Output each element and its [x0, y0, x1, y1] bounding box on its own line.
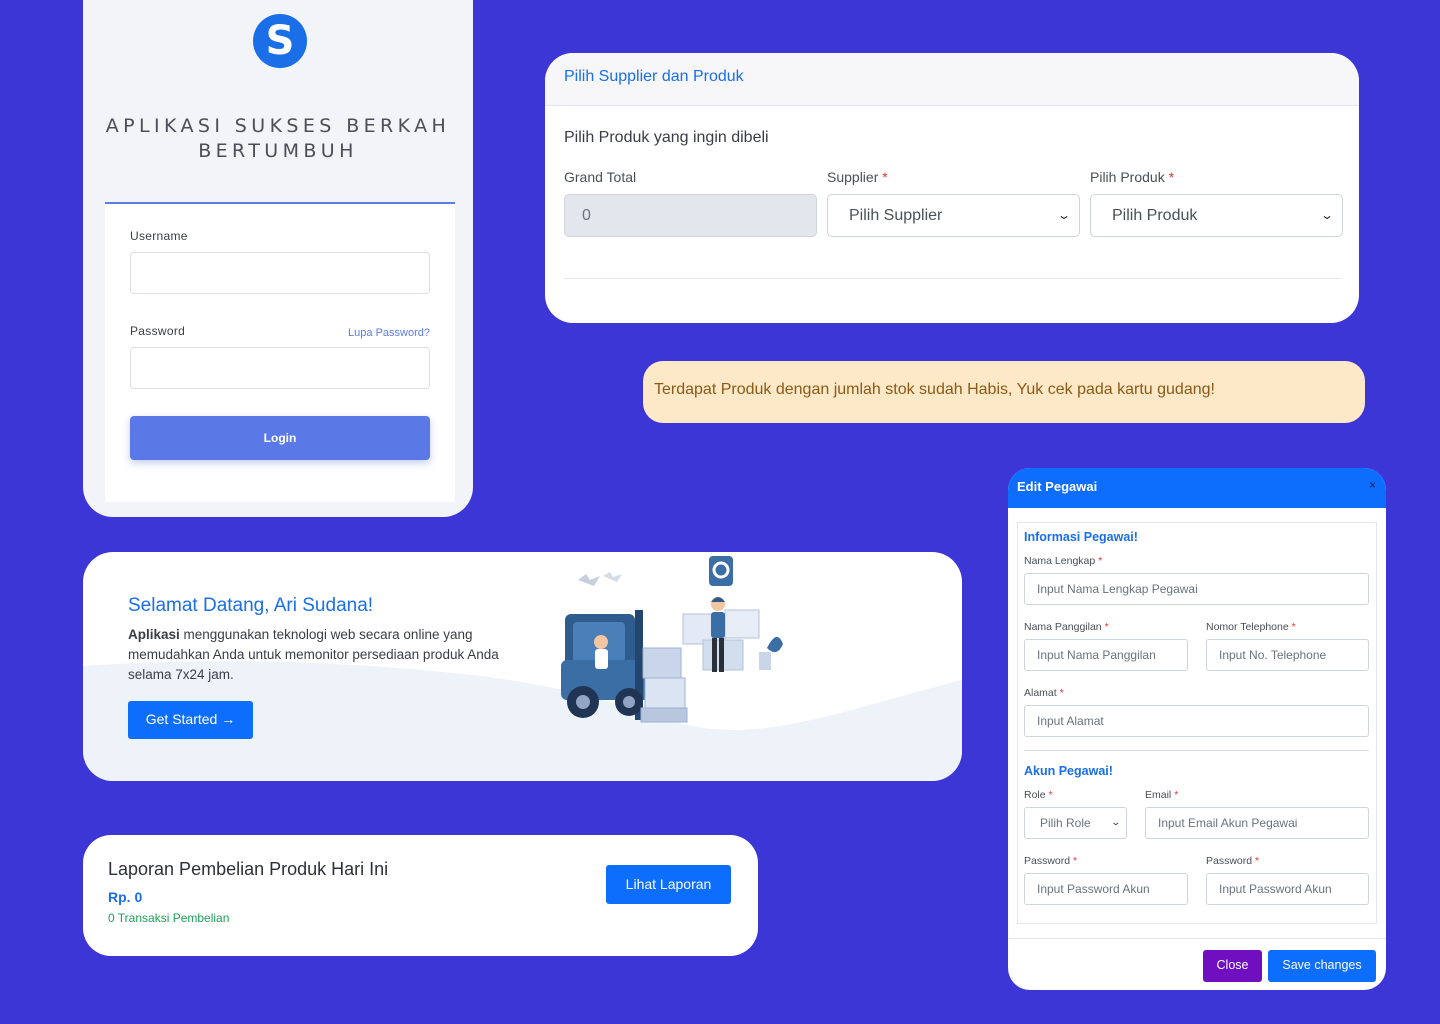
- nomor-telephone-input[interactable]: Input No. Telephone: [1206, 639, 1369, 671]
- email-input[interactable]: Input Email Akun Pegawai: [1145, 807, 1369, 839]
- welcome-card: Selamat Datang, Ari Sudana! Aplikasi men…: [83, 552, 962, 781]
- modal-header: Edit Pegawai ×: [1008, 468, 1386, 508]
- role-select-value: Pilih Role: [1040, 816, 1091, 830]
- supplier-card-subtitle: Pilih Produk yang ingin dibeli: [564, 129, 769, 146]
- username-label: Username: [130, 229, 188, 243]
- chevron-down-icon: ⌄: [1110, 817, 1122, 827]
- close-icon[interactable]: ×: [1369, 478, 1376, 492]
- chevron-down-icon: ⌄: [1056, 208, 1072, 222]
- required-mark: *: [1104, 621, 1109, 633]
- divider: [1024, 750, 1369, 751]
- nomor-telephone-label: Nomor Telephone *: [1206, 621, 1296, 633]
- laporan-pembelian-card: Laporan Pembelian Produk Hari Ini Rp. 0 …: [83, 835, 758, 956]
- app-logo-icon: S: [253, 14, 307, 68]
- save-changes-button[interactable]: Save changes: [1268, 950, 1376, 982]
- produk-select-value: Pilih Produk: [1112, 207, 1198, 224]
- password-input[interactable]: Input Password Akun: [1024, 873, 1188, 905]
- supplier-select-value: Pilih Supplier: [849, 207, 943, 224]
- required-mark: *: [1168, 169, 1175, 185]
- nama-lengkap-label-text: Nama Lengkap: [1024, 555, 1096, 567]
- alamat-input[interactable]: Input Alamat: [1024, 705, 1369, 737]
- supplier-label-text: Supplier: [827, 169, 879, 185]
- produk-label: Pilih Produk *: [1090, 169, 1174, 185]
- divider: [564, 278, 1342, 279]
- modal-footer-divider: [1008, 938, 1386, 939]
- required-mark: *: [1174, 789, 1179, 801]
- supplier-card-header: Pilih Supplier dan Produk: [545, 53, 1359, 106]
- section-informasi-pegawai: Informasi Pegawai!: [1024, 530, 1138, 544]
- required-mark: *: [1255, 855, 1260, 867]
- role-label-text: Role: [1024, 789, 1046, 801]
- supplier-product-card: Pilih Supplier dan Produk Pilih Produk y…: [545, 53, 1359, 323]
- supplier-label: Supplier *: [827, 169, 888, 185]
- get-started-button[interactable]: Get Started →: [128, 701, 253, 739]
- section-akun-pegawai: Akun Pegawai!: [1024, 764, 1113, 778]
- laporan-amount: Rp. 0: [108, 889, 143, 905]
- app-title-line1: APLIKASI SUKSES BERKAH: [105, 115, 451, 137]
- welcome-text: Aplikasi menggunakan teknologi web secar…: [128, 625, 508, 685]
- password-confirm-label-text: Password: [1206, 855, 1253, 867]
- password-confirm-input[interactable]: Input Password Akun: [1206, 873, 1369, 905]
- required-mark: *: [882, 169, 888, 185]
- role-select[interactable]: Pilih Role ⌄: [1024, 807, 1127, 839]
- alamat-label: Alamat *: [1024, 687, 1064, 699]
- edit-pegawai-modal: Edit Pegawai × Informasi Pegawai! Nama L…: [1008, 468, 1386, 990]
- nama-lengkap-input[interactable]: Input Nama Lengkap Pegawai: [1024, 573, 1369, 605]
- nama-lengkap-label: Nama Lengkap *: [1024, 555, 1102, 567]
- alamat-label-text: Alamat: [1024, 687, 1057, 699]
- modal-body: Informasi Pegawai! Nama Lengkap * Input …: [1017, 522, 1377, 924]
- required-mark: *: [1291, 621, 1296, 633]
- chevron-down-icon: ⌄: [1319, 208, 1335, 222]
- app-title-line2: BERTUMBUH: [198, 140, 358, 162]
- stock-alert: Terdapat Produk dengan jumlah stok sudah…: [643, 361, 1365, 423]
- password-label: Password: [130, 324, 186, 338]
- lihat-laporan-button[interactable]: Lihat Laporan: [606, 865, 731, 904]
- username-input[interactable]: [130, 252, 430, 294]
- email-label-text: Email: [1145, 789, 1172, 801]
- required-mark: *: [1073, 855, 1078, 867]
- login-button[interactable]: Login: [130, 416, 430, 460]
- produk-label-text: Pilih Produk: [1090, 169, 1165, 185]
- warehouse-forklift-illustration: [561, 556, 783, 723]
- forgot-password-link[interactable]: Lupa Password?: [348, 327, 430, 339]
- laporan-transaction-count: 0 Transaksi Pembelian: [108, 911, 230, 925]
- password-confirm-label: Password *: [1206, 855, 1259, 867]
- nomor-telephone-label-text: Nomor Telephone: [1206, 621, 1289, 633]
- grand-total-label: Grand Total: [564, 169, 637, 185]
- welcome-title: Selamat Datang, Ari Sudana!: [128, 595, 374, 616]
- password-label: Password *: [1024, 855, 1077, 867]
- nama-panggilan-input[interactable]: Input Nama Panggilan: [1024, 639, 1188, 671]
- login-card: S APLIKASI SUKSES BERKAH BERTUMBUH Usern…: [83, 0, 473, 517]
- login-form: Username Password Lupa Password? Login: [105, 202, 455, 502]
- supplier-select[interactable]: Pilih Supplier ⌄: [827, 194, 1080, 237]
- welcome-text-rest: menggunakan teknologi web secara online …: [128, 627, 499, 682]
- nama-panggilan-label: Nama Panggilan *: [1024, 621, 1109, 633]
- close-button[interactable]: Close: [1203, 950, 1262, 982]
- required-mark: *: [1048, 789, 1053, 801]
- app-title: APLIKASI SUKSES BERKAH BERTUMBUH: [83, 114, 473, 164]
- welcome-text-bold: Aplikasi: [128, 627, 180, 642]
- produk-select[interactable]: Pilih Produk ⌄: [1090, 194, 1343, 237]
- required-mark: *: [1059, 687, 1064, 699]
- required-mark: *: [1098, 555, 1103, 567]
- email-label: Email *: [1145, 789, 1178, 801]
- laporan-title: Laporan Pembelian Produk Hari Ini: [108, 859, 389, 879]
- modal-title: Edit Pegawai: [1017, 479, 1098, 494]
- password-label-text: Password: [1024, 855, 1071, 867]
- nama-panggilan-label-text: Nama Panggilan: [1024, 621, 1102, 633]
- grand-total-input: 0: [564, 194, 817, 237]
- password-input[interactable]: [130, 347, 430, 389]
- role-label: Role *: [1024, 789, 1053, 801]
